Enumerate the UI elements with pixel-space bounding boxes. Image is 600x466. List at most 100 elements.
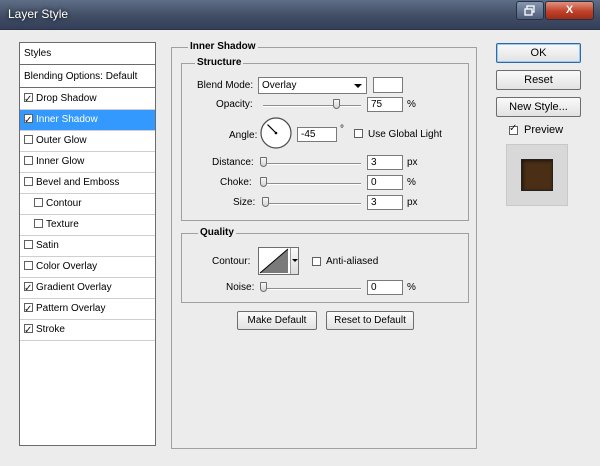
- satin-checkbox[interactable]: [24, 240, 33, 249]
- texture-checkbox[interactable]: [34, 219, 43, 228]
- style-item-label: Outer Glow: [36, 135, 87, 146]
- distance-slider-thumb[interactable]: [260, 157, 267, 167]
- style-item-inner-shadow[interactable]: Inner Shadow: [20, 110, 155, 131]
- shadow-color-swatch[interactable]: [373, 77, 403, 93]
- bevel-emboss-checkbox[interactable]: [24, 177, 33, 186]
- quality-title: Quality: [198, 227, 236, 238]
- preview-swatch: [521, 159, 553, 191]
- style-item-label: Inner Glow: [36, 156, 85, 167]
- style-item-label: Pattern Overlay: [36, 303, 106, 314]
- style-item-label: Drop Shadow: [36, 93, 97, 104]
- preview-checkbox[interactable]: [509, 123, 518, 135]
- choke-label: Choke:: [220, 177, 252, 188]
- restore-icon: [524, 5, 535, 16]
- restore-button[interactable]: [516, 1, 544, 20]
- opacity-label: Opacity:: [216, 99, 253, 110]
- pattern-overlay-checkbox[interactable]: [24, 300, 33, 320]
- opacity-slider-track[interactable]: [263, 105, 361, 107]
- distance-unit-label: px: [407, 157, 418, 168]
- chevron-down-icon: [354, 84, 362, 88]
- style-item-label: Bevel and Emboss: [36, 177, 120, 188]
- style-item-gradient-overlay[interactable]: Gradient Overlay: [20, 278, 155, 299]
- distance-slider-track[interactable]: [263, 163, 361, 165]
- angle-input[interactable]: -45: [297, 127, 337, 142]
- contour-checkbox[interactable]: [34, 198, 43, 207]
- angle-dial[interactable]: [259, 116, 293, 150]
- style-item-label: Inner Shadow: [36, 114, 98, 125]
- noise-percent-label: %: [407, 282, 416, 293]
- styles-list: Styles Blending Options: Default Drop Sh…: [19, 42, 156, 446]
- choke-percent-label: %: [407, 177, 416, 188]
- new-style-button[interactable]: New Style...: [496, 97, 581, 117]
- contour-preview-icon: [259, 248, 289, 274]
- style-item-stroke[interactable]: Stroke: [20, 320, 155, 341]
- noise-input[interactable]: 0: [367, 280, 403, 295]
- size-label: Size:: [233, 197, 256, 208]
- style-item-label: Gradient Overlay: [36, 282, 112, 293]
- opacity-slider-thumb[interactable]: [332, 99, 340, 109]
- chevron-down-icon: [292, 259, 298, 262]
- degree-label: °: [340, 124, 344, 135]
- style-item-inner-glow[interactable]: Inner Glow: [20, 152, 155, 173]
- quality-group: [181, 233, 469, 303]
- noise-slider-track[interactable]: [263, 288, 361, 290]
- reset-to-default-button[interactable]: Reset to Default: [326, 311, 414, 330]
- size-input[interactable]: 3: [367, 195, 403, 210]
- make-default-button[interactable]: Make Default: [237, 311, 317, 330]
- style-item-color-overlay[interactable]: Color Overlay: [20, 257, 155, 278]
- styles-header[interactable]: Styles: [20, 43, 155, 65]
- choke-input[interactable]: 0: [367, 175, 403, 190]
- stroke-checkbox[interactable]: [24, 321, 33, 341]
- structure-title: Structure: [195, 57, 244, 68]
- gradient-overlay-checkbox[interactable]: [24, 279, 33, 299]
- size-slider-track[interactable]: [263, 203, 361, 205]
- style-item-label: Satin: [36, 240, 59, 251]
- angle-label: Angle:: [229, 130, 258, 141]
- style-preview: [506, 144, 568, 206]
- use-global-light-checkbox[interactable]: [354, 129, 363, 138]
- reset-button[interactable]: Reset: [496, 70, 581, 90]
- distance-input[interactable]: 3: [367, 155, 403, 170]
- style-item-drop-shadow[interactable]: Drop Shadow: [20, 89, 155, 110]
- preview-label: Preview: [524, 124, 564, 136]
- style-item-bevel-emboss[interactable]: Bevel and Emboss: [20, 173, 155, 194]
- blend-mode-label: Blend Mode:: [197, 80, 254, 91]
- close-button[interactable]: X: [545, 1, 594, 20]
- choke-slider-thumb[interactable]: [260, 177, 267, 187]
- style-item-contour[interactable]: Contour: [20, 194, 155, 215]
- style-item-label: Color Overlay: [36, 261, 98, 272]
- title-bar: Layer Style X: [0, 0, 600, 30]
- style-item-label: Stroke: [36, 324, 65, 335]
- inner-shadow-checkbox[interactable]: [24, 111, 33, 131]
- blend-mode-dropdown[interactable]: Overlay: [258, 77, 367, 94]
- size-slider-thumb[interactable]: [262, 197, 269, 207]
- style-item-texture[interactable]: Texture: [20, 215, 155, 236]
- color-overlay-checkbox[interactable]: [24, 261, 33, 270]
- style-item-pattern-overlay[interactable]: Pattern Overlay: [20, 299, 155, 320]
- style-item-label: Texture: [46, 219, 79, 230]
- use-global-light-label: Use Global Light: [368, 129, 442, 140]
- contour-dropdown-button[interactable]: [290, 248, 298, 274]
- close-icon: X: [565, 4, 574, 16]
- size-unit-label: px: [407, 197, 418, 208]
- contour-label: Contour:: [212, 256, 251, 267]
- choke-slider-track[interactable]: [263, 183, 361, 185]
- anti-aliased-label: Anti-aliased: [326, 256, 379, 267]
- opacity-input[interactable]: 75: [367, 97, 403, 112]
- noise-slider-thumb[interactable]: [260, 282, 267, 292]
- style-item-label: Contour: [46, 198, 82, 209]
- ok-button[interactable]: OK: [496, 43, 581, 63]
- drop-shadow-checkbox[interactable]: [24, 90, 33, 110]
- outer-glow-checkbox[interactable]: [24, 135, 33, 144]
- window-title: Layer Style: [8, 7, 69, 21]
- style-item-outer-glow[interactable]: Outer Glow: [20, 131, 155, 152]
- blend-mode-value: Overlay: [262, 80, 297, 91]
- blending-options-item[interactable]: Blending Options: Default: [20, 66, 155, 88]
- distance-label: Distance:: [212, 157, 254, 168]
- inner-shadow-title: Inner Shadow: [188, 41, 258, 52]
- opacity-percent-label: %: [407, 99, 416, 110]
- style-item-satin[interactable]: Satin: [20, 236, 155, 257]
- contour-picker[interactable]: [258, 247, 299, 275]
- anti-aliased-checkbox[interactable]: [312, 257, 321, 266]
- inner-glow-checkbox[interactable]: [24, 156, 33, 165]
